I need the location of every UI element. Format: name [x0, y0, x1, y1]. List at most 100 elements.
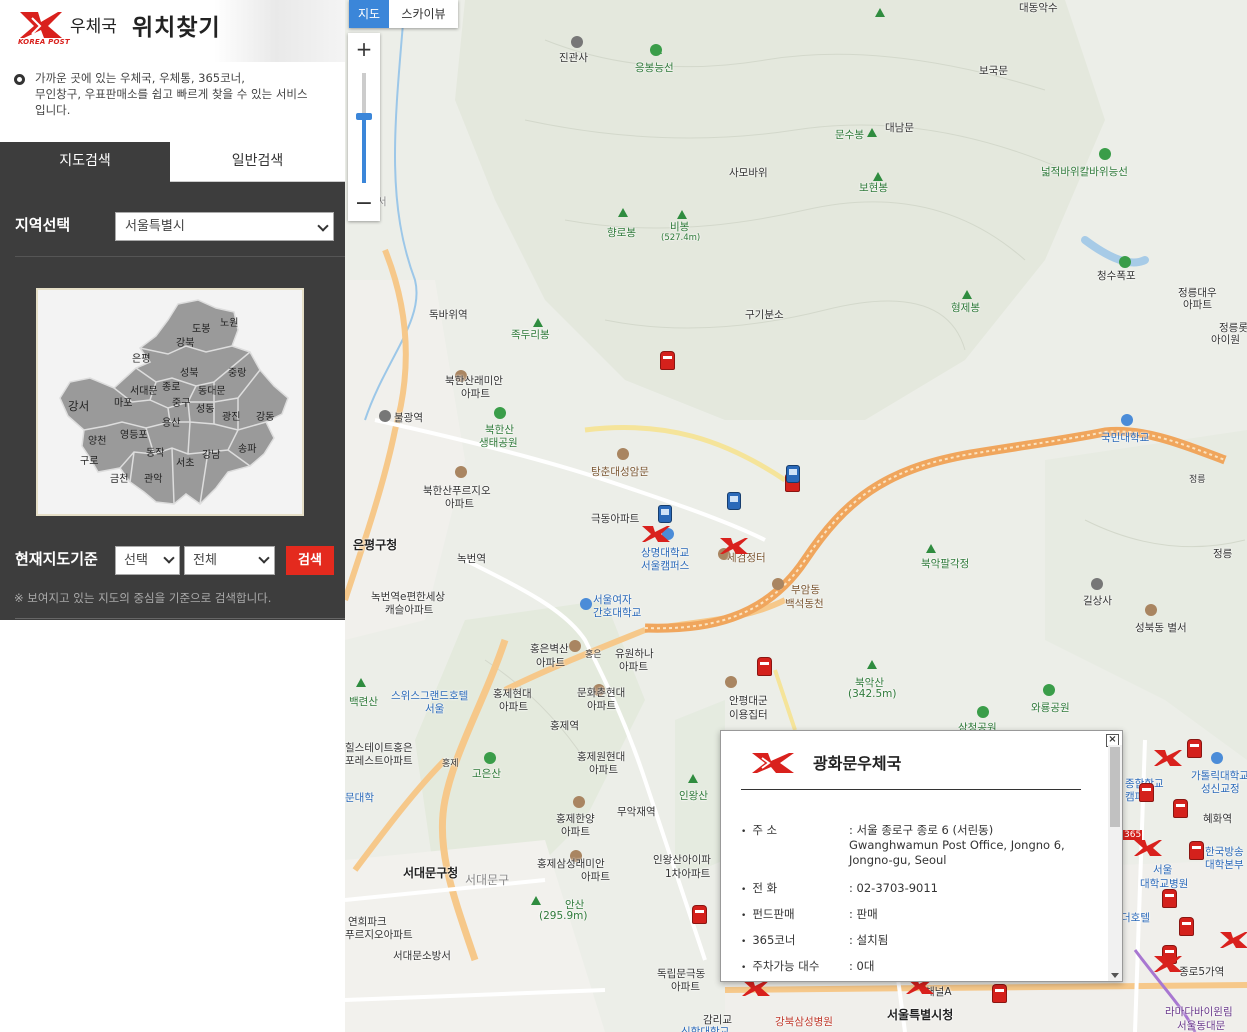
- map-label: 문대학: [345, 792, 374, 804]
- district-gangbuk[interactable]: 강북: [176, 334, 194, 349]
- district-gangnam[interactable]: 강남: [202, 446, 220, 461]
- zoom-out-button[interactable]: −: [348, 189, 380, 221]
- map-label: 서울: [1153, 864, 1173, 876]
- map-label: 이용집터: [729, 709, 768, 721]
- map-label: 아파트: [671, 981, 700, 993]
- district-seongdong[interactable]: 성동: [196, 400, 214, 415]
- district-yongsan[interactable]: 용산: [162, 414, 180, 429]
- district-seocho[interactable]: 서초: [176, 454, 194, 469]
- district-seodaemun[interactable]: 서대문: [130, 382, 158, 397]
- map-label: 생태공원: [479, 437, 518, 449]
- mailbox-icon[interactable]: [693, 906, 706, 923]
- mailbox-icon[interactable]: [1140, 784, 1153, 801]
- type-select[interactable]: 선택: [115, 546, 180, 575]
- mailbox-icon[interactable]: [1163, 890, 1176, 907]
- post-office-icon[interactable]: [1133, 838, 1163, 858]
- mailbox-icon[interactable]: [758, 658, 771, 675]
- map-label: 정릉: [1213, 548, 1233, 560]
- district-eunpyeong[interactable]: 은평: [132, 350, 150, 365]
- map-label: 아파트: [461, 388, 490, 400]
- district-guro[interactable]: 구로: [80, 452, 98, 467]
- zoom-in-button[interactable]: +: [348, 33, 380, 65]
- map-label: 대남문: [885, 122, 914, 134]
- tab-map-search[interactable]: 지도검색: [0, 142, 170, 182]
- district-mapo[interactable]: 마포: [114, 394, 132, 409]
- post-office-icon[interactable]: [641, 524, 671, 544]
- district-yangcheon[interactable]: 양천: [88, 432, 106, 447]
- mailbox-icon[interactable]: [1190, 842, 1203, 859]
- type-select-value: 선택: [124, 553, 148, 568]
- left-panel: KOREA POST 우체국 위치찾기 가까운 곳에 있는 우체국, 우체통, …: [0, 0, 345, 1032]
- seoul-district-map: 노원 도봉 강북 은평 성북 중랑 서대문 종로 동대문 마포 중구 성동 강서…: [36, 288, 304, 516]
- map-type-skyview-button[interactable]: 스카이뷰: [389, 0, 458, 28]
- unmanned-kiosk-icon[interactable]: [787, 466, 799, 482]
- mailbox-icon[interactable]: [1188, 740, 1201, 757]
- search-button[interactable]: 검색: [286, 546, 334, 575]
- info-value[interactable]: : 02-3703-9011: [849, 881, 1081, 896]
- map-label: 독바위역: [429, 309, 468, 321]
- scrollbar-thumb[interactable]: [1110, 747, 1120, 827]
- district-dongjak[interactable]: 동작: [146, 444, 164, 459]
- map-label: 캐슬아파트: [385, 604, 434, 616]
- search-note: ※ 보여지고 있는 지도의 중심을 기준으로 검색합니다.: [14, 591, 272, 605]
- map-label: (527.4m): [661, 233, 701, 243]
- info-value: : 설치됨: [849, 933, 889, 947]
- info-scrollbar[interactable]: [1108, 745, 1122, 981]
- park-icon: [1099, 148, 1111, 160]
- unmanned-kiosk-icon[interactable]: [659, 506, 671, 522]
- map-label: 녹번역: [457, 553, 486, 565]
- map-label: 인왕산아이파: [653, 854, 711, 866]
- unmanned-kiosk-icon[interactable]: [728, 493, 740, 509]
- zoom-slider-handle[interactable]: [356, 113, 372, 120]
- scroll-down-icon[interactable]: [1111, 973, 1119, 978]
- map-label: 형제봉: [951, 302, 980, 314]
- mailbox-icon[interactable]: [1174, 800, 1187, 817]
- info-value: : 서울 종로구 종로 6 (서린동) Gwanghwamun Post Off…: [849, 823, 1065, 867]
- district-jungnang[interactable]: 중랑: [228, 364, 246, 379]
- mailbox-icon[interactable]: [993, 985, 1006, 1002]
- map-label: 와룡공원: [1031, 702, 1070, 714]
- map-label: 아파트: [589, 764, 618, 776]
- info-value: : 0대: [849, 959, 875, 973]
- map-label: 국민대학교: [1101, 432, 1150, 444]
- mountain-icon: [867, 128, 877, 137]
- map-type-map-button[interactable]: 지도: [349, 0, 389, 28]
- district-gwanak[interactable]: 관악: [144, 470, 162, 485]
- post-office-icon[interactable]: [1153, 954, 1183, 974]
- park-icon: [494, 407, 506, 419]
- region-select[interactable]: 서울특별시: [115, 212, 334, 241]
- mountain-icon: [962, 290, 972, 299]
- district-dobong[interactable]: 도봉: [192, 320, 210, 335]
- district-dongdaemun[interactable]: 동대문: [198, 382, 226, 397]
- district-junggu[interactable]: 중구: [172, 394, 190, 409]
- district-geumcheon[interactable]: 금천: [110, 470, 128, 485]
- map-type-toggle: 지도 스카이뷰: [349, 0, 458, 28]
- district-nowon[interactable]: 노원: [220, 314, 238, 329]
- map-label: 서대문구청: [403, 866, 459, 880]
- map-label: 아파트: [499, 701, 528, 713]
- mailbox-icon[interactable]: [661, 352, 674, 369]
- map-label: 신학대학교: [681, 1026, 730, 1032]
- post-office-icon[interactable]: [1153, 748, 1183, 768]
- info-label: 펀드판매: [741, 907, 849, 924]
- mailbox-icon[interactable]: [1180, 918, 1193, 935]
- district-yeongdeungpo[interactable]: 영등포: [120, 426, 148, 441]
- district-seongbuk[interactable]: 성북: [180, 364, 198, 379]
- post-office-icon[interactable]: [1219, 930, 1247, 950]
- map-label: (295.9m): [539, 910, 588, 922]
- district-jongno[interactable]: 종로: [162, 378, 180, 393]
- district-songpa[interactable]: 송파: [238, 440, 256, 455]
- tab-general-search[interactable]: 일반검색: [170, 142, 345, 182]
- post-office-icon[interactable]: [719, 536, 749, 556]
- map-label: 서울캠퍼스: [641, 560, 690, 572]
- temple-icon: [1091, 578, 1103, 590]
- map-label: 포레스트아파트: [345, 755, 413, 767]
- district-gangdong[interactable]: 강동: [256, 408, 274, 423]
- map-label: 아파트: [587, 700, 616, 712]
- district-gangseo[interactable]: 강서: [68, 398, 89, 414]
- district-gwangjin[interactable]: 광진: [222, 408, 240, 423]
- map-view[interactable]: 진관사 응봉능선 대동악수 보국문 대남문 문수봉 사모바위 보현봉 넓적바위칼…: [345, 0, 1247, 1032]
- map-label: 백석동천: [785, 598, 824, 610]
- category-select-value: 전체: [193, 553, 217, 568]
- category-select[interactable]: 전체: [184, 546, 275, 575]
